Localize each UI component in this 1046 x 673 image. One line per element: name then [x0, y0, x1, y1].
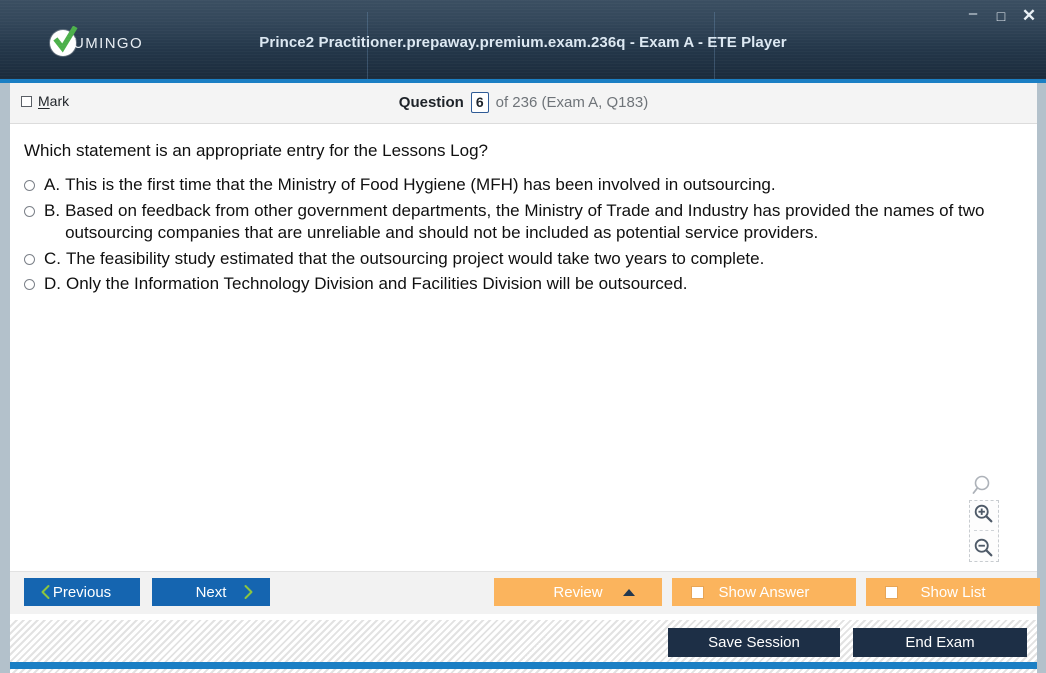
next-button[interactable]: Next — [152, 578, 270, 606]
radio-b[interactable] — [24, 205, 35, 217]
zoom-panel-divider — [974, 529, 994, 532]
window-title: Prince2 Practitioner.prepaway.premium.ex… — [259, 34, 787, 51]
show-list-button[interactable]: Show List — [866, 578, 1040, 606]
option-text-c: The feasibility study estimated that the… — [66, 248, 765, 268]
option-text-b: Based on feedback from other government … — [65, 200, 985, 243]
answer-options-list: A. This is the first time that the Minis… — [10, 174, 1037, 295]
chevron-left-icon — [41, 585, 50, 599]
option-letter-b: B. — [44, 200, 61, 220]
zoom-controls-panel — [969, 500, 999, 562]
option-letter-c: C. — [44, 248, 61, 268]
chevron-right-icon — [244, 585, 253, 599]
answer-option-b[interactable]: B. Based on feedback from other governme… — [10, 200, 1037, 245]
review-button[interactable]: Review — [494, 578, 662, 606]
exam-body: Mark Question 6 of 236 (Exam A, Q183) Wh… — [0, 83, 1046, 673]
show-answer-button[interactable]: Show Answer — [672, 578, 856, 606]
end-exam-button[interactable]: End Exam — [853, 628, 1027, 657]
show-answer-button-label: Show Answer — [718, 583, 810, 601]
question-header-bar: Mark Question 6 of 236 (Exam A, Q183) — [10, 83, 1037, 124]
minimize-icon[interactable]: – — [964, 4, 982, 27]
close-icon[interactable]: ✕ — [1020, 7, 1038, 25]
save-session-label: Save Session — [708, 634, 800, 651]
question-text: Which statement is an appropriate entry … — [24, 141, 488, 160]
radio-a[interactable] — [24, 180, 35, 192]
question-label: Question — [398, 94, 464, 111]
review-button-label: Review — [553, 583, 603, 601]
radio-c[interactable] — [24, 253, 35, 265]
question-content-area: Which statement is an appropriate entry … — [10, 124, 1037, 571]
chevron-up-icon — [623, 588, 635, 596]
previous-button-label: Previous — [52, 583, 112, 601]
magnifier-icon[interactable] — [972, 474, 996, 498]
show-list-checkbox-icon[interactable] — [885, 585, 898, 599]
title-bar-inner: UMINGO Prince2 Practitioner.prepaway.pre… — [14, 6, 1032, 79]
answer-option-a[interactable]: A. This is the first time that the Minis… — [10, 174, 1037, 196]
answer-option-d[interactable]: D. Only the Information Technology Divis… — [10, 273, 1037, 295]
answer-option-c[interactable]: C. The feasibility study estimated that … — [10, 248, 1037, 270]
show-answer-checkbox-icon[interactable] — [691, 585, 704, 599]
question-number-input[interactable]: 6 — [470, 92, 489, 113]
save-session-button[interactable]: Save Session — [668, 628, 840, 657]
window-controls: – □ ✕ — [964, 4, 1038, 27]
previous-button[interactable]: Previous — [24, 578, 140, 606]
zoom-in-icon[interactable] — [973, 503, 995, 525]
footer-accent-line — [10, 662, 1037, 669]
title-bar: UMINGO Prince2 Practitioner.prepaway.pre… — [0, 0, 1046, 79]
zoom-out-icon[interactable] — [973, 537, 995, 559]
option-text-d: Only the Information Technology Division… — [66, 274, 688, 293]
navigation-toolbar: Previous Next Review Show Answer Show Li… — [10, 571, 1040, 614]
show-list-button-label: Show List — [920, 583, 986, 601]
radio-d[interactable] — [24, 279, 35, 290]
next-button-label: Next — [195, 583, 227, 601]
question-counter: Question 6 of 236 (Exam A, Q183) — [10, 92, 1037, 113]
question-total-text: of 236 (Exam A, Q183) — [495, 94, 649, 111]
option-letter-d: D. — [44, 274, 61, 293]
maximize-icon[interactable]: □ — [992, 7, 1010, 25]
option-letter-a: A. — [44, 175, 61, 195]
option-text-a: This is the first time that the Ministry… — [65, 175, 776, 195]
ete-player-window: UMINGO Prince2 Practitioner.prepaway.pre… — [0, 0, 1046, 673]
end-exam-label: End Exam — [905, 634, 975, 651]
